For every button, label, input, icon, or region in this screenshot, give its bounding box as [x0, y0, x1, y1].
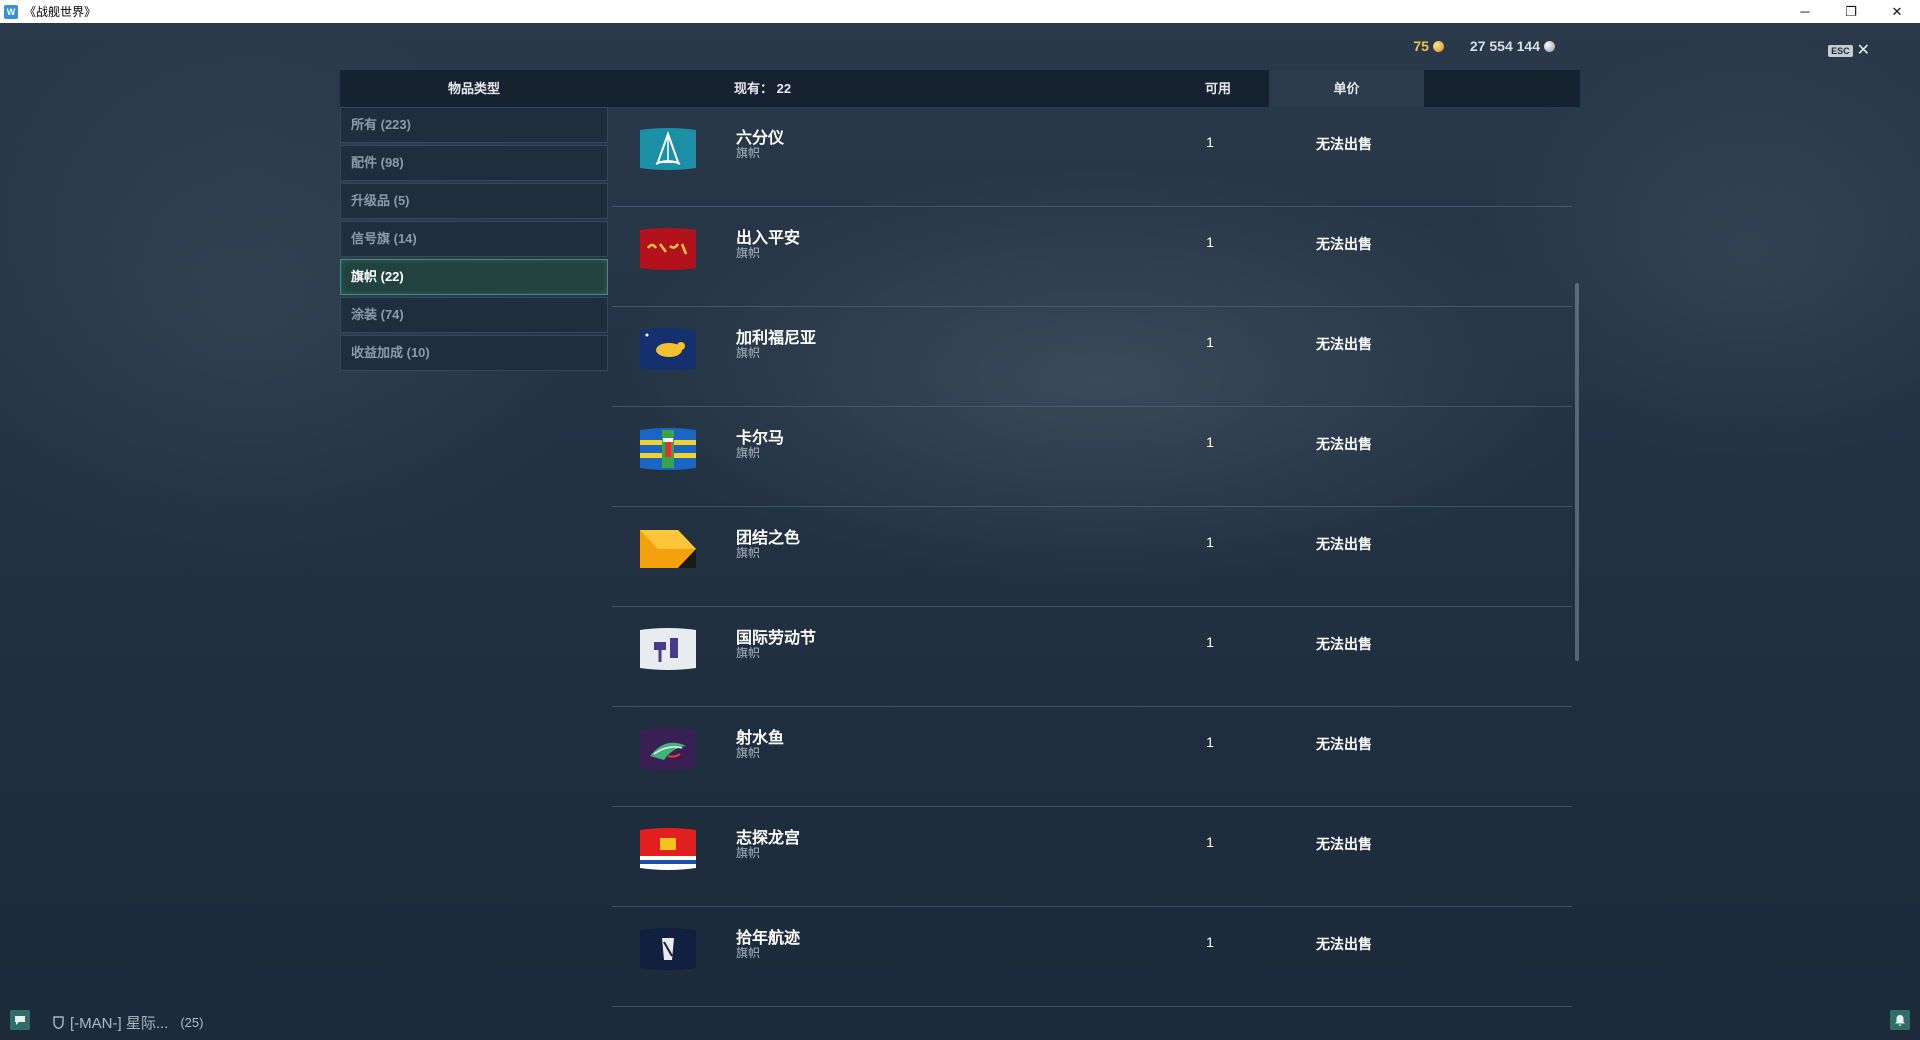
esc-key-icon: ESC — [1828, 45, 1853, 57]
item-available: 1 — [1206, 434, 1214, 450]
category-signals[interactable]: 信号旗 (14) — [340, 221, 608, 257]
item-type: 旗帜 — [736, 646, 761, 660]
item-type: 旗帜 — [736, 946, 761, 960]
table-header: 物品类型 现有： 22 可用 单价 — [340, 70, 1580, 107]
item-price: 无法出售 — [1316, 936, 1372, 952]
list-item[interactable]: 拾年航迹 旗帜 1 无法出售 — [612, 907, 1572, 1007]
item-type: 旗帜 — [736, 746, 761, 760]
item-price: 无法出售 — [1316, 536, 1372, 552]
header-unit-price[interactable]: 单价 — [1269, 70, 1424, 107]
category-modules[interactable]: 配件 (98) — [340, 145, 608, 181]
credits-value: 27 554 144 — [1469, 38, 1540, 54]
item-price: 无法出售 — [1316, 636, 1372, 652]
item-available: 1 — [1206, 934, 1214, 950]
item-price: 无法出售 — [1316, 836, 1372, 852]
item-price: 无法出售 — [1316, 736, 1372, 752]
labor-day-flag-icon — [640, 628, 696, 670]
list-item[interactable]: 志探龙宫 旗帜 1 无法出售 — [612, 807, 1572, 907]
item-available: 1 — [1206, 834, 1214, 850]
esc-close-button[interactable]: ESC ✕ — [1828, 43, 1870, 59]
minimize-button[interactable]: ─ — [1782, 0, 1828, 23]
kalmar-flag-icon — [640, 428, 696, 470]
item-type: 旗帜 — [736, 246, 761, 260]
item-list: 六分仪 旗帜 1 无法出售 出入平安 旗帜 1 无法出售 加利福尼亚 旗帜 1 … — [612, 107, 1572, 1025]
header-category: 物品类型 — [447, 81, 500, 96]
item-price: 无法出售 — [1316, 436, 1372, 452]
close-window-button[interactable]: ✕ — [1874, 0, 1920, 23]
item-available: 1 — [1206, 134, 1214, 150]
sextant-flag-icon — [640, 128, 696, 170]
list-item[interactable]: 出入平安 旗帜 1 无法出售 — [612, 207, 1572, 307]
item-type: 旗帜 — [736, 546, 761, 560]
list-item[interactable]: 卡尔马 旗帜 1 无法出售 — [612, 407, 1572, 507]
item-price: 无法出售 — [1316, 236, 1372, 252]
dragon-palace-flag-icon — [640, 828, 696, 870]
division-count: (25) — [180, 1015, 204, 1030]
window-titlebar: W 《战舰世界》 ─ ❐ ✕ — [0, 0, 1920, 23]
credit-icon — [1544, 40, 1555, 52]
list-item[interactable]: 六分仪 旗帜 1 无法出售 — [612, 107, 1572, 207]
currency-bar: 75 27 554 144 — [1413, 38, 1555, 54]
division-panel[interactable]: [-MAN-] 星际... (25) — [53, 1012, 203, 1033]
doubloons-display: 75 — [1413, 38, 1444, 54]
close-icon: ✕ — [1856, 42, 1870, 59]
app-icon: W — [4, 4, 18, 19]
doubloons-value: 75 — [1413, 38, 1429, 54]
item-available: 1 — [1206, 634, 1214, 650]
list-item[interactable] — [612, 1007, 1572, 1025]
category-camouflage[interactable]: 涂装 (74) — [340, 297, 608, 333]
item-available: 1 — [1206, 734, 1214, 750]
header-available[interactable]: 可用 — [1188, 70, 1248, 107]
shield-icon — [53, 1016, 64, 1029]
item-price: 无法出售 — [1316, 136, 1372, 152]
california-bear-flag-icon — [640, 328, 696, 370]
division-name: [-MAN-] 星际... — [70, 1015, 169, 1032]
category-sidebar: 所有 (223) 配件 (98) 升级品 (5) 信号旗 (14) 旗帜 (22… — [340, 107, 608, 373]
item-type: 旗帜 — [736, 846, 761, 860]
restore-button[interactable]: ❐ — [1828, 0, 1874, 23]
header-owned-count: 现有： 22 — [734, 81, 792, 96]
category-upgrades[interactable]: 升级品 (5) — [340, 183, 608, 219]
category-flags[interactable]: 旗帜 (22) — [340, 259, 608, 295]
doubloon-icon — [1432, 40, 1444, 52]
list-item[interactable]: 国际劳动节 旗帜 1 无法出售 — [612, 607, 1572, 707]
list-item[interactable]: 射水鱼 旗帜 1 无法出售 — [612, 707, 1572, 807]
ten-years-flag-icon — [640, 928, 696, 970]
item-available: 1 — [1206, 234, 1214, 250]
chat-icon[interactable] — [10, 1010, 30, 1030]
credits-display: 27 554 144 — [1470, 38, 1555, 54]
notification-bell-icon[interactable] — [1890, 1010, 1910, 1030]
item-available: 1 — [1206, 534, 1214, 550]
item-type: 旗帜 — [736, 446, 761, 460]
red-calligraphy-flag-icon — [640, 228, 696, 270]
item-available: 1 — [1206, 334, 1214, 350]
list-scrollbar[interactable] — [1575, 283, 1579, 661]
window-title: 《战舰世界》 — [24, 5, 97, 19]
archerfish-flag-icon — [640, 728, 696, 770]
category-boosters[interactable]: 收益加成 (10) — [340, 335, 608, 371]
item-type: 旗帜 — [736, 346, 761, 360]
unity-colors-flag-icon — [640, 530, 696, 568]
list-item[interactable]: 团结之色 旗帜 1 无法出售 — [612, 507, 1572, 607]
list-item[interactable]: 加利福尼亚 旗帜 1 无法出售 — [612, 307, 1572, 407]
item-type: 旗帜 — [736, 146, 761, 160]
category-all[interactable]: 所有 (223) — [340, 107, 608, 143]
item-price: 无法出售 — [1316, 336, 1372, 352]
